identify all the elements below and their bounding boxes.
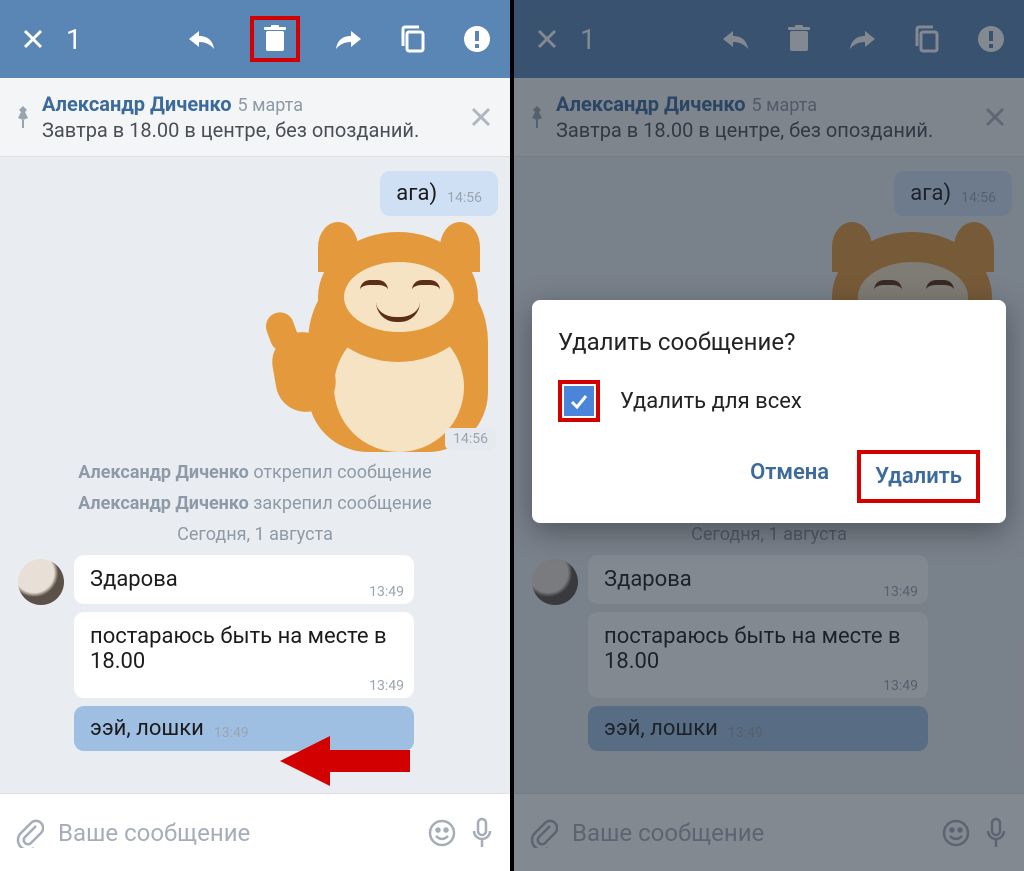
date-separator: Сегодня, 1 августа: [12, 524, 498, 545]
attach-button[interactable]: [16, 818, 44, 848]
checkbox-label: Удалить для всех: [620, 389, 802, 414]
delete-button[interactable]: [260, 24, 290, 54]
pin-icon: [14, 106, 32, 128]
delete-button-highlighted: [250, 16, 300, 62]
reply-button[interactable]: [186, 24, 216, 54]
message-time: 13:49: [214, 725, 249, 741]
chat-area[interactable]: ага) 14:56 14:56 Александр Диченко откре…: [0, 157, 510, 802]
message-in-1[interactable]: Здарова 13:49: [74, 555, 414, 604]
message-text: Здарова: [90, 567, 178, 592]
message-time: 13:49: [369, 678, 404, 694]
close-selection-button[interactable]: [18, 24, 48, 54]
emoji-button[interactable]: [428, 819, 456, 847]
sticker-time: 14:56: [445, 428, 496, 450]
message-input[interactable]: Ваше сообщение: [58, 819, 414, 847]
delete-confirm-dialog: Удалить сообщение? Удалить для всех Отме…: [532, 300, 1006, 523]
message-text: ага): [396, 181, 437, 206]
pinned-message-bar[interactable]: Александр Диченко 5 марта Завтра в 18.00 …: [0, 78, 510, 157]
message-time: 13:49: [369, 584, 404, 600]
copy-button[interactable]: [398, 24, 428, 54]
message-text: ээй, лошки: [90, 716, 204, 741]
report-button[interactable]: [462, 24, 492, 54]
avatar[interactable]: [18, 559, 64, 605]
pinned-text: Завтра в 18.00 в центре, без опозданий.: [42, 118, 466, 142]
forward-button[interactable]: [334, 24, 364, 54]
checkbox-highlight: [558, 380, 600, 422]
message-time: 14:56: [447, 190, 482, 206]
pinned-author: Александр Диченко: [42, 92, 232, 116]
voice-button[interactable]: [470, 817, 494, 849]
confirm-button-highlight: Удалить: [857, 450, 980, 503]
pinned-close-button[interactable]: [466, 106, 496, 128]
message-in-2[interactable]: постараюсь быть на месте в 18.00 13:49: [74, 612, 414, 698]
dialog-title: Удалить сообщение?: [558, 328, 980, 356]
selection-count: 1: [66, 23, 82, 56]
selection-toolbar: 1: [0, 0, 510, 78]
screen-left: 1: [0, 0, 510, 871]
message-input-bar: Ваше сообщение: [0, 793, 510, 871]
screen-right: 1 Александр Диченко5 марта Завтра в 18.0…: [514, 0, 1024, 871]
pinned-content: Александр Диченко 5 марта Завтра в 18.00 …: [42, 92, 466, 142]
message-text: постараюсь быть на месте в 18.00: [90, 624, 387, 674]
delete-for-all-checkbox[interactable]: [564, 386, 594, 416]
message-out-1[interactable]: ага) 14:56: [380, 171, 498, 216]
annotation-arrow: [280, 736, 410, 786]
system-message-unpinned: Александр Диченко открепил сообщение: [12, 462, 498, 483]
sticker-cat-thumbsup[interactable]: [268, 222, 498, 452]
confirm-delete-button[interactable]: Удалить: [861, 454, 976, 499]
system-message-pinned: Александр Диченко закрепил сообщение: [12, 493, 498, 514]
pinned-date: 5 марта: [238, 95, 303, 116]
cancel-button[interactable]: Отмена: [736, 450, 843, 503]
